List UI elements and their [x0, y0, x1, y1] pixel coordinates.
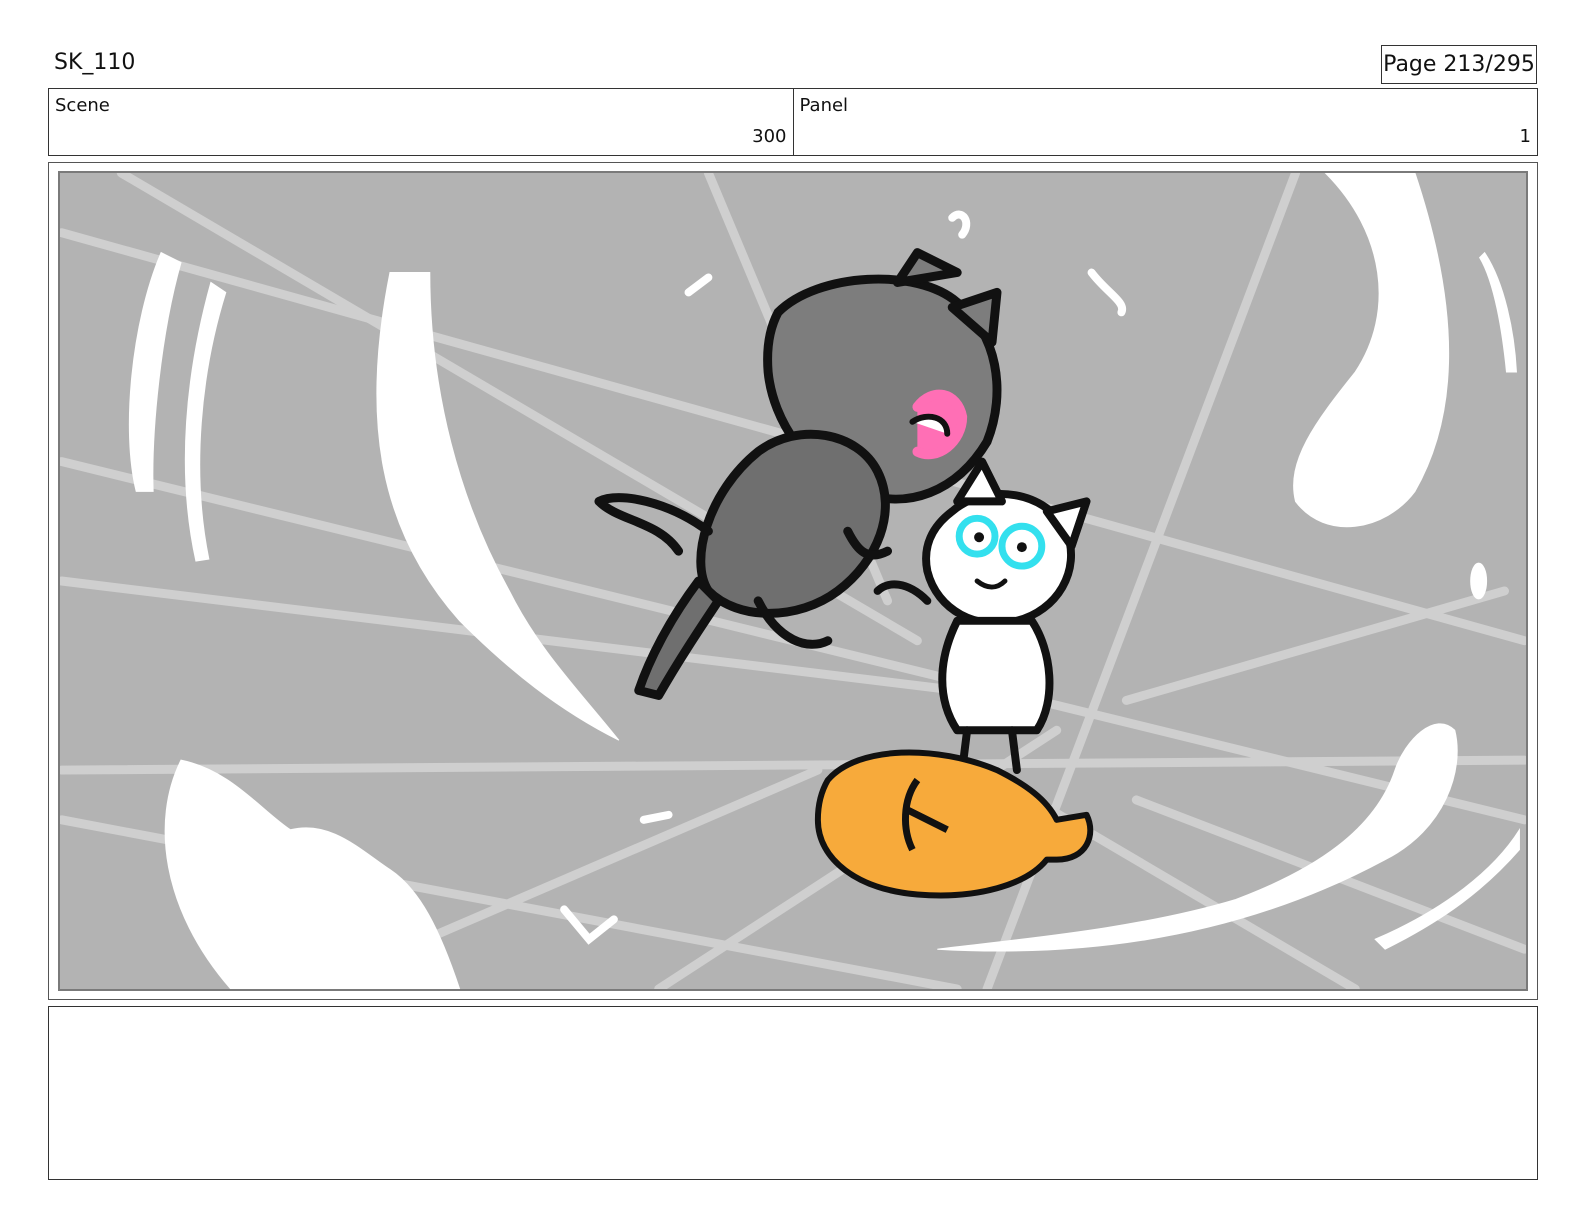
- panel-notes-box[interactable]: [48, 1006, 1538, 1180]
- scene-cell: Scene 300: [49, 89, 793, 155]
- storyboard-drawing: [58, 171, 1528, 991]
- dark-cat: [594, 248, 1002, 700]
- scene-number: 300: [752, 126, 787, 147]
- scene-label: Scene: [55, 95, 110, 116]
- doc-id: SK_110: [54, 50, 136, 75]
- panel-cell: Panel 1: [792, 89, 1538, 155]
- white-cat: [873, 457, 1091, 775]
- storyboard-panel-frame: [48, 162, 1538, 1000]
- panel-number: 1: [1519, 126, 1531, 147]
- scene-panel-info: Scene 300 Panel 1: [48, 88, 1538, 156]
- page-counter: Page 213/295: [1381, 45, 1537, 84]
- sketch-illustration: [60, 173, 1526, 989]
- orange-fish: [814, 749, 1094, 899]
- panel-label: Panel: [799, 95, 849, 116]
